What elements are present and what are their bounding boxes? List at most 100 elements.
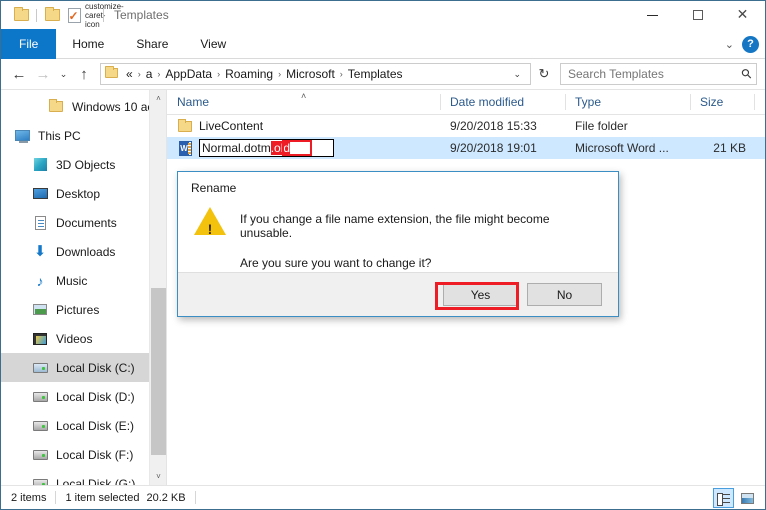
breadcrumb-sep-0: › [136, 69, 143, 79]
disk-e-icon [31, 417, 49, 435]
customize-caret-icon[interactable]: customize-caret-icon [85, 2, 99, 29]
breadcrumb[interactable]: « › a › AppData › Roaming › Microsoft › … [100, 63, 531, 85]
tab-view[interactable]: View [184, 29, 242, 59]
table-row[interactable]: LiveContent 9/20/2018 15:33 File folder [167, 115, 765, 137]
scroll-up-icon[interactable]: ˄ [150, 90, 167, 107]
recent-locations-icon[interactable]: ⌄ [55, 62, 72, 86]
status-divider-2 [195, 491, 196, 504]
minimize-button[interactable] [630, 1, 675, 29]
refresh-button[interactable]: ↻ [533, 63, 555, 85]
dialog-message-line-1: If you change a file name extension, the… [240, 212, 602, 240]
sidebar-item-label: Local Disk (D:) [56, 390, 135, 404]
disk-d-icon [31, 388, 49, 406]
details-view-button[interactable] [713, 488, 734, 508]
sidebar-item-label: Local Disk (G:) [56, 477, 135, 486]
tab-home[interactable]: Home [56, 29, 120, 59]
word-document-icon [177, 140, 193, 156]
breadcrumb-sep-3: › [276, 69, 283, 79]
column-header-name[interactable]: Name ˄ [167, 90, 440, 114]
sidebar-item-local-disk-e[interactable]: Local Disk (E:) [1, 411, 166, 440]
sidebar-item-videos[interactable]: Videos [1, 324, 166, 353]
sidebar-item-3d-objects[interactable]: 3D Objects [1, 150, 166, 179]
qat-divider-1 [36, 9, 37, 22]
sidebar-item-this-pc[interactable]: This PC [1, 121, 166, 150]
ribbon-right-controls: ⌄ ? [725, 29, 759, 59]
sidebar-item-label: Pictures [56, 303, 99, 317]
sidebar-item-local-disk-d[interactable]: Local Disk (D:) [1, 382, 166, 411]
breadcrumb-item-roaming[interactable]: Roaming [222, 67, 276, 81]
sidebar-item-desktop[interactable]: Desktop [1, 179, 166, 208]
window-controls: ✕ [630, 1, 765, 29]
file-explorer-window: customize-caret-icon Templates ✕ File Ho… [0, 0, 766, 510]
yes-button[interactable]: Yes [443, 283, 518, 306]
sidebar-item-local-disk-c[interactable]: Local Disk (C:) [1, 353, 166, 382]
sidebar-item-pictures[interactable]: Pictures [1, 295, 166, 324]
close-button[interactable]: ✕ [720, 1, 765, 29]
column-header-size[interactable]: Size [690, 90, 754, 114]
breadcrumb-sep-2: › [215, 69, 222, 79]
selection-size-label: 20.2 KB [146, 492, 185, 504]
dialog-footer: Yes No [178, 272, 618, 316]
rename-field-wrapper: Normal.dotm.old [199, 139, 334, 157]
breadcrumb-overflow[interactable]: « [123, 67, 136, 81]
breadcrumb-item-appdata[interactable]: AppData [162, 67, 215, 81]
sidebar-item-label: This PC [38, 129, 81, 143]
status-bar: 2 items 1 item selected 20.2 KB [1, 485, 765, 509]
folder-icon [177, 118, 193, 134]
current-folder-icon[interactable] [10, 4, 32, 26]
column-header-type[interactable]: Type [565, 90, 690, 114]
cell-date-modified: 9/20/2018 19:01 [440, 141, 565, 155]
rename-extension-text: .old [271, 141, 290, 155]
breadcrumb-item-a[interactable]: a [143, 67, 156, 81]
chevron-down-icon[interactable]: ⌄ [725, 38, 734, 51]
breadcrumb-folder-icon [105, 65, 118, 83]
sidebar-item-downloads[interactable]: ⬇ Downloads [1, 237, 166, 266]
sidebar-item-label: Local Disk (C:) [56, 361, 135, 375]
new-folder-icon[interactable] [41, 4, 63, 26]
tab-share[interactable]: Share [120, 29, 184, 59]
search-input[interactable]: Search Templates [568, 67, 742, 81]
sidebar-item-windows-10-acti[interactable]: Windows 10 acti [1, 92, 166, 121]
breadcrumb-item-microsoft[interactable]: Microsoft [283, 67, 338, 81]
address-bar: ← → ⌄ ↑ « › a › AppData › Roaming › Micr… [1, 59, 765, 89]
sidebar-item-documents[interactable]: Documents [1, 208, 166, 237]
selection-label: 1 item selected [65, 492, 139, 504]
breadcrumb-sep-4: › [338, 69, 345, 79]
music-icon: ♪ [31, 272, 49, 290]
desktop-icon [31, 185, 49, 203]
sidebar-item-local-disk-f[interactable]: Local Disk (F:) [1, 440, 166, 469]
table-row[interactable]: Normal.dotm.old 9/20/2018 19:01 Microsof… [167, 137, 765, 159]
sidebar-item-local-disk-g[interactable]: Local Disk (G:) [1, 469, 166, 485]
column-label: Size [700, 95, 723, 109]
status-divider-1 [55, 491, 56, 504]
sidebar-item-music[interactable]: ♪ Music [1, 266, 166, 295]
dialog-messages: If you change a file name extension, the… [240, 207, 602, 272]
breadcrumb-dropdown-icon[interactable]: ⌄ [506, 69, 528, 80]
cell-size: 21 KB [690, 141, 754, 155]
disk-g-icon [31, 475, 49, 486]
rename-base-text: Normal.dotm [202, 141, 271, 155]
search-box[interactable]: Search Templates ⚲ [560, 63, 757, 85]
scrollbar-thumb[interactable] [151, 288, 166, 455]
dialog-body: ! If you change a file name extension, t… [178, 195, 618, 272]
properties-icon[interactable] [63, 4, 85, 26]
breadcrumb-item-templates[interactable]: Templates [345, 67, 406, 81]
cell-name: LiveContent [167, 118, 440, 134]
no-button[interactable]: No [527, 283, 602, 306]
rename-input[interactable]: Normal.dotm.old [199, 139, 334, 157]
tab-file[interactable]: File [1, 29, 56, 59]
large-icons-view-button[interactable] [737, 488, 758, 508]
sidebar-item-label: 3D Objects [56, 158, 115, 172]
maximize-button[interactable] [675, 1, 720, 29]
sidebar-item-label: Local Disk (F:) [56, 448, 133, 462]
sidebar-item-label: Local Disk (E:) [56, 419, 134, 433]
up-button[interactable]: ↑ [72, 62, 96, 86]
folder-icon [47, 98, 65, 116]
sidebar-scrollbar[interactable]: ˄ ˅ [149, 90, 166, 485]
forward-button[interactable]: → [31, 62, 55, 86]
help-icon[interactable]: ? [742, 36, 759, 53]
back-button[interactable]: ← [7, 62, 31, 86]
column-header-date-modified[interactable]: Date modified [440, 90, 565, 114]
item-count-label: 2 items [11, 492, 46, 504]
scroll-down-icon[interactable]: ˅ [150, 468, 167, 485]
